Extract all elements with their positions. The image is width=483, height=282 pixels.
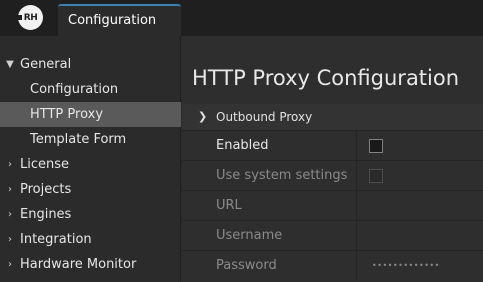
chevron-right-icon: › [8, 159, 12, 170]
chevron-right-icon: › [8, 259, 12, 270]
field-label: URL [182, 191, 357, 221]
password-value: ••••••••••••• [372, 261, 440, 270]
field-value [358, 161, 483, 191]
sidebar-item-label: Template Form [30, 132, 127, 147]
username-field[interactable] [358, 221, 483, 251]
field-value [358, 131, 483, 161]
tab-label: Configuration [68, 13, 157, 28]
field-row-password: Password ••••••••••••• [182, 250, 483, 281]
chevron-right-icon: › [8, 184, 12, 195]
chevron-right-icon: › [8, 209, 12, 220]
top-bar: RH Configuration [0, 0, 483, 36]
logo-text: RH [23, 12, 38, 23]
sidebar-item-label: Hardware Monitor [20, 257, 137, 272]
password-field[interactable]: ••••••••••••• [358, 251, 483, 281]
field-label: Username [182, 221, 357, 251]
app-logo[interactable]: RH [16, 5, 43, 30]
main-panel: HTTP Proxy Configuration ❯ Outbound Prox… [182, 36, 483, 282]
sidebar-item-label: Engines [20, 207, 72, 222]
section-outbound-proxy[interactable]: ❯ Outbound Proxy [182, 104, 483, 130]
sidebar-item-projects[interactable]: › Projects [0, 177, 181, 202]
field-row-username: Username [182, 220, 483, 251]
sidebar-item-engines[interactable]: › Engines [0, 202, 181, 227]
field-row-url: URL [182, 190, 483, 221]
sidebar-item-label: Configuration [30, 82, 119, 97]
sidebar-item-general[interactable]: ▼ General [0, 52, 181, 77]
chevron-down-icon: ❯ [198, 110, 208, 123]
url-field[interactable] [358, 191, 483, 221]
field-label: Enabled [182, 131, 357, 161]
tab-configuration[interactable]: Configuration [58, 4, 181, 36]
sidebar-item-label: General [20, 57, 72, 72]
logo-notch [16, 15, 22, 20]
field-row-enabled: Enabled [182, 130, 483, 161]
chevron-right-icon: › [8, 234, 12, 245]
sidebar-item-license[interactable]: › License [0, 152, 181, 177]
sidebar-item-integration[interactable]: › Integration [0, 227, 181, 252]
use-system-settings-checkbox[interactable] [369, 169, 383, 183]
sidebar-item-label: HTTP Proxy [30, 107, 104, 122]
sidebar-item-label: Projects [20, 182, 72, 197]
sidebar-item-configuration[interactable]: Configuration [0, 77, 181, 102]
enabled-checkbox[interactable] [369, 139, 383, 153]
sidebar-item-label: Integration [20, 232, 92, 247]
sidebar-nav: ▼ General Configuration HTTP Proxy Templ… [0, 36, 181, 282]
sidebar-item-hardware-monitor[interactable]: › Hardware Monitor [0, 252, 181, 277]
page-title: HTTP Proxy Configuration [192, 66, 460, 90]
sidebar-item-template-form[interactable]: Template Form [0, 127, 181, 152]
field-label: Password [182, 251, 357, 281]
section-label: Outbound Proxy [216, 110, 313, 124]
sidebar-item-http-proxy[interactable]: HTTP Proxy [0, 102, 181, 127]
sidebar-item-label: License [20, 157, 70, 172]
field-label: Use system settings [182, 161, 357, 191]
field-row-use-system-settings: Use system settings [182, 160, 483, 191]
chevron-down-icon: ▼ [6, 59, 14, 70]
